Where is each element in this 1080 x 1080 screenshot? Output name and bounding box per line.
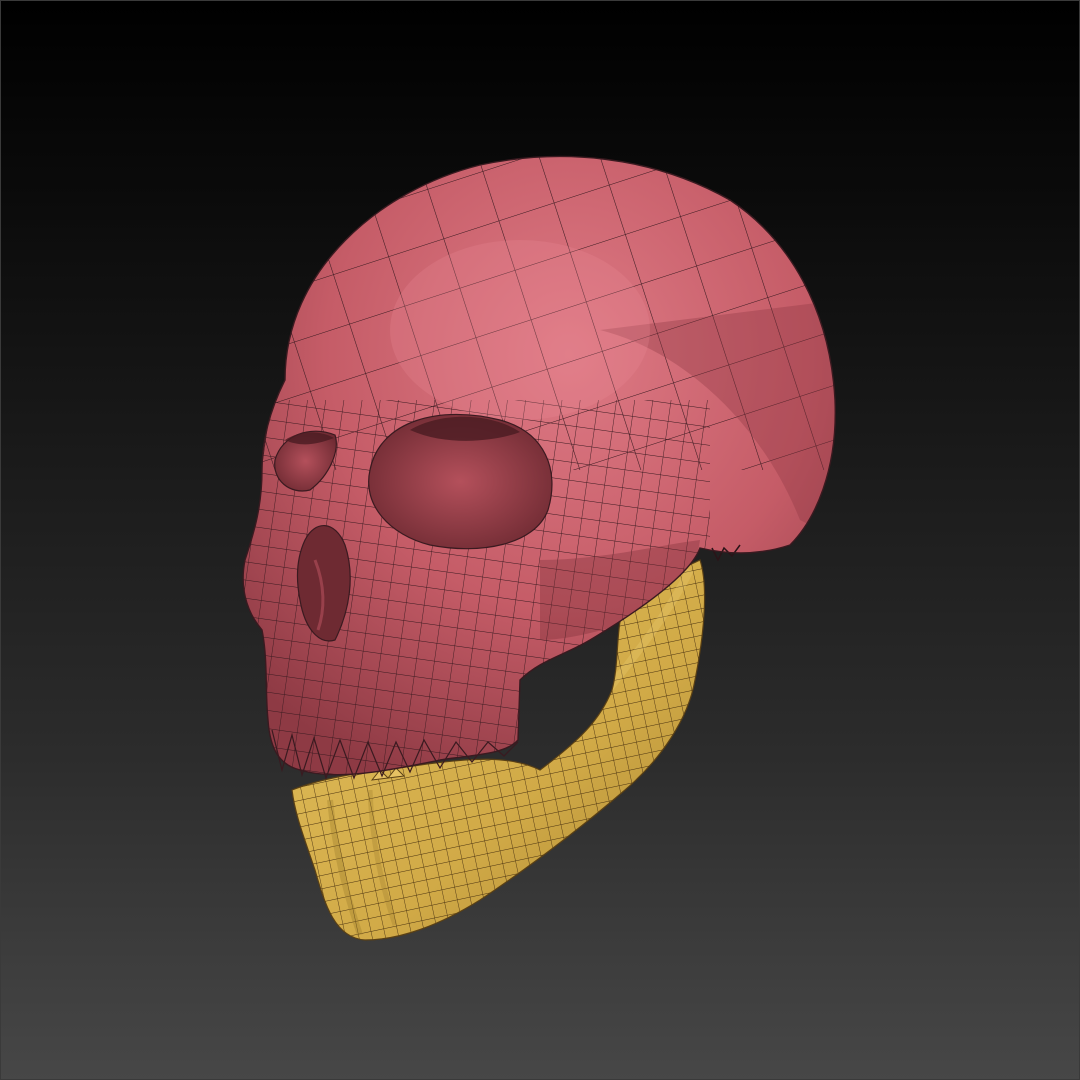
eye-socket-right xyxy=(368,413,553,550)
skull-render xyxy=(242,155,836,941)
3d-viewport[interactable] xyxy=(0,0,1080,1080)
cranium xyxy=(242,155,836,780)
